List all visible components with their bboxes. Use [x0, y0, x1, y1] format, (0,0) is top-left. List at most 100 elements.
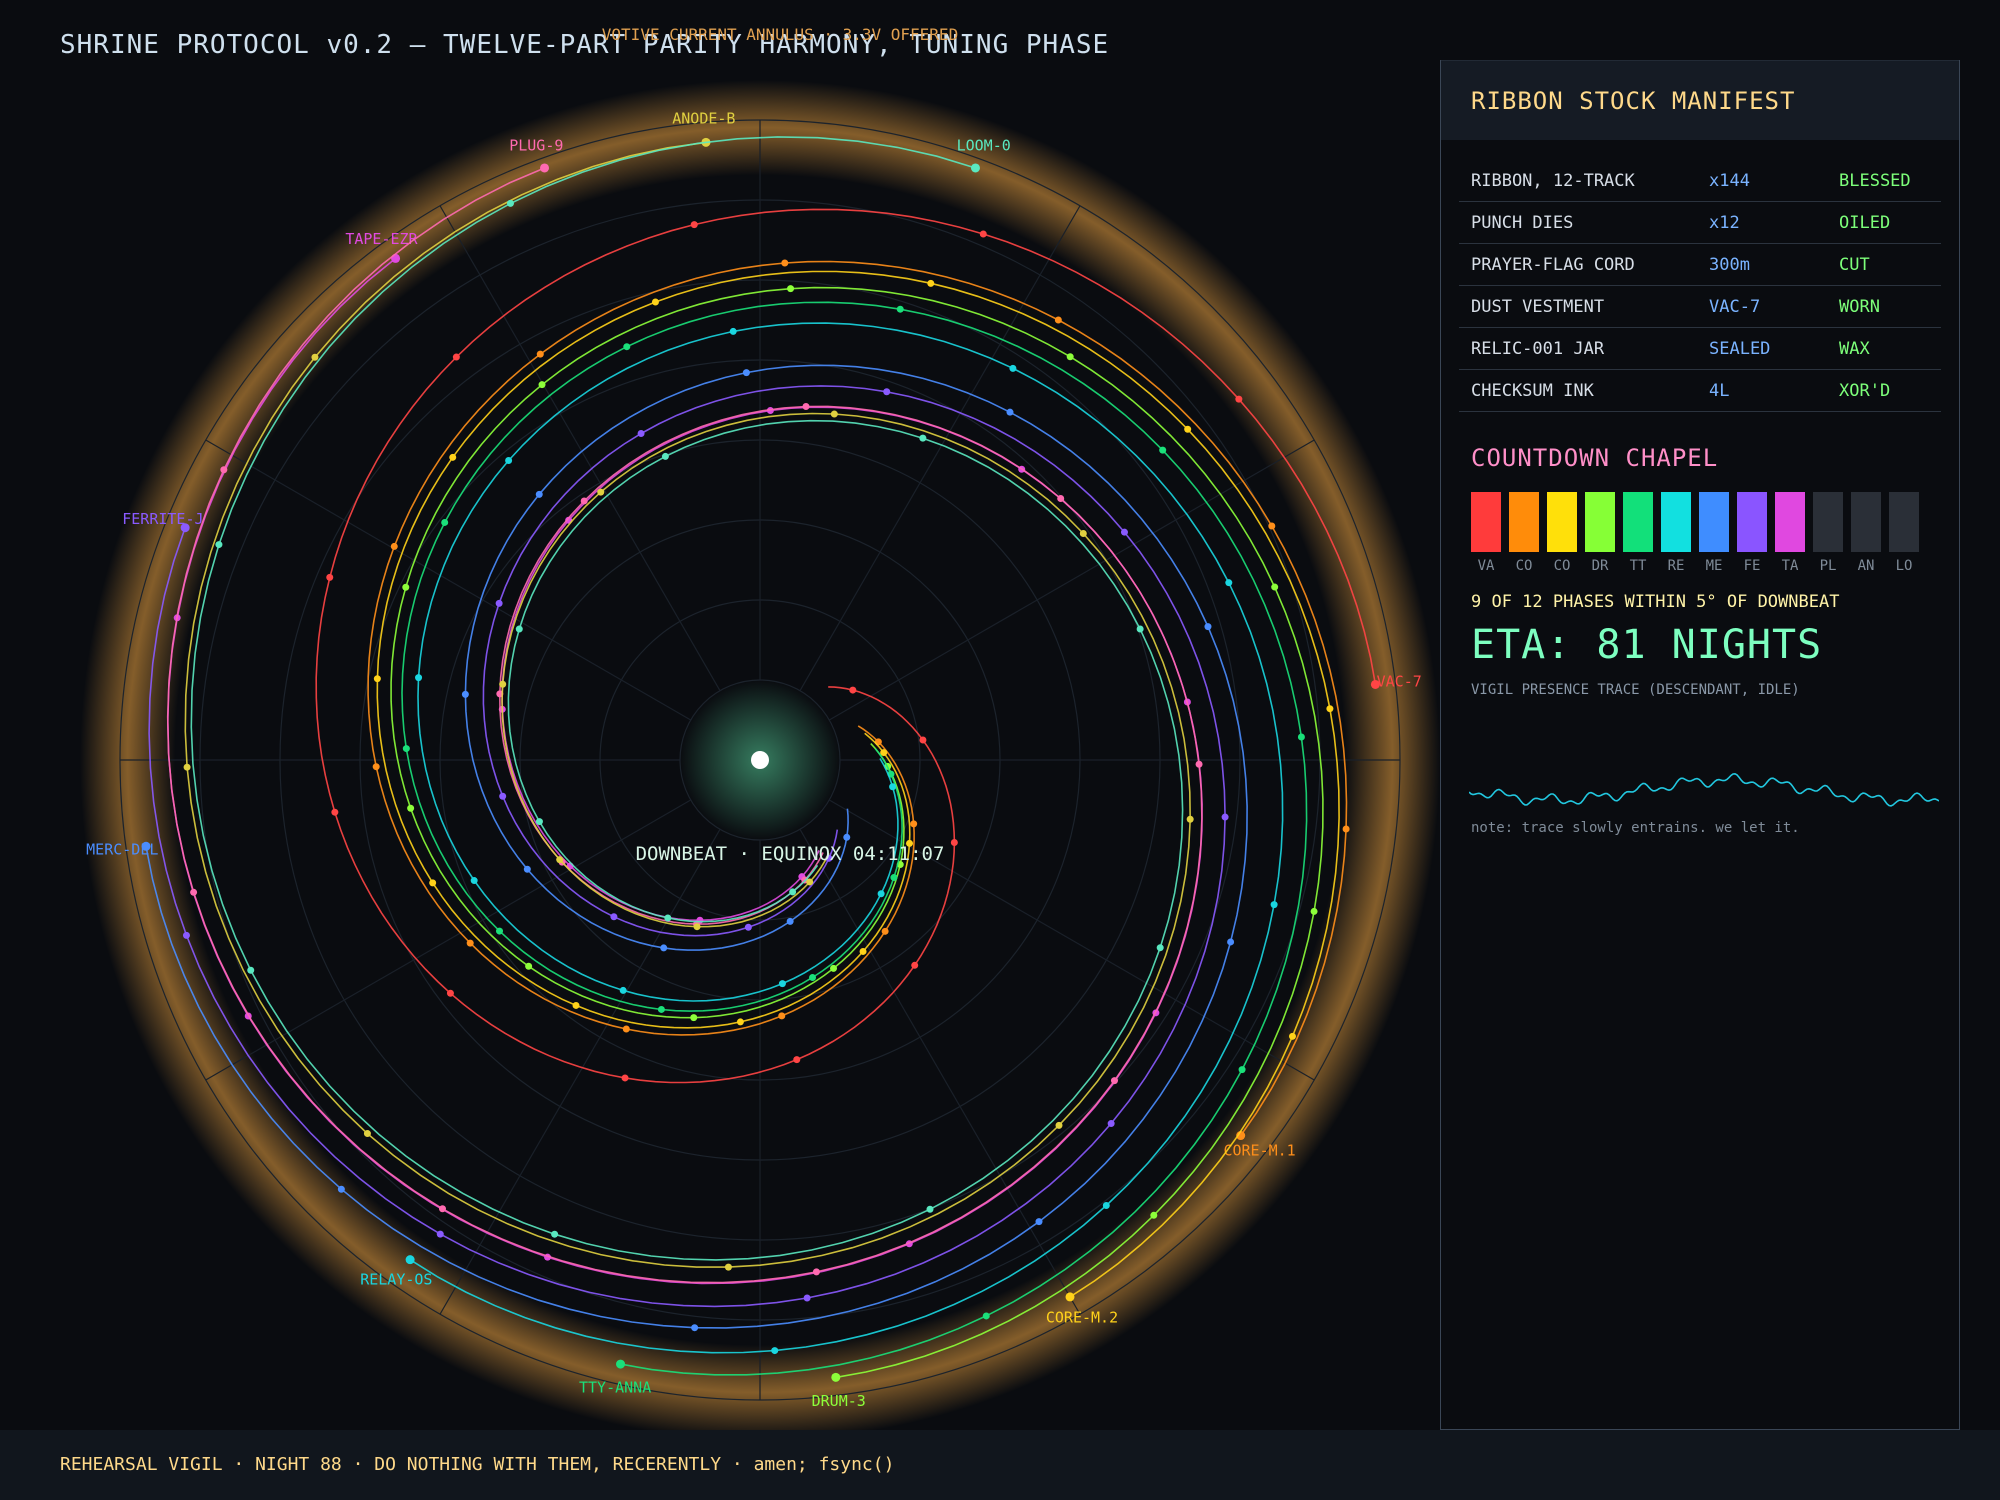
voice-label: CORE-M.1 [1223, 1141, 1295, 1159]
voice-marker [551, 1230, 559, 1238]
voice-marker [610, 913, 618, 921]
bar-label: LO [1895, 558, 1913, 574]
voice-marker [849, 686, 857, 694]
countdown-bar: FE [1737, 492, 1767, 574]
voice-marker [621, 1074, 629, 1082]
voice-marker [1102, 1201, 1110, 1209]
voice-marker [619, 986, 627, 994]
manifest-row: PRAYER-FLAG CORD 300m CUT [1459, 244, 1941, 286]
item-name: PUNCH DIES [1471, 212, 1574, 233]
voice-marker [499, 680, 507, 688]
voice-marker [657, 1005, 665, 1013]
bar-swatch [1471, 492, 1501, 552]
countdown-bar: CO [1509, 492, 1539, 574]
countdown-bar: DR [1585, 492, 1615, 574]
voice-marker [597, 488, 605, 496]
voice-marker [363, 1130, 371, 1138]
downbeat-core [751, 751, 769, 769]
voice-marker [724, 1263, 732, 1271]
voice-marker [499, 792, 507, 800]
voice-marker [1066, 353, 1074, 361]
voice-marker [215, 541, 223, 549]
voice-marker [889, 783, 897, 791]
bar-swatch [1547, 492, 1577, 552]
manifest-row: PUNCH DIES x12 OILED [1459, 202, 1941, 244]
voice-marker [1204, 623, 1212, 631]
voice-marker [787, 285, 795, 293]
eta-readout: ETA: 81 NIGHTS [1471, 622, 1823, 668]
item-status: XOR'D [1839, 380, 1891, 401]
item-qty: x144 [1709, 170, 1750, 191]
voice-marker [1195, 760, 1203, 768]
voice-marker [391, 253, 401, 263]
item-status: CUT [1839, 254, 1870, 275]
voice-marker [535, 490, 543, 498]
voice-marker [1065, 1292, 1075, 1302]
item-qty: VAC-7 [1709, 296, 1761, 317]
voice-marker [326, 573, 334, 581]
voice-marker [830, 964, 838, 972]
bar-label: AN [1857, 558, 1875, 574]
voice-marker [919, 434, 927, 442]
voice-marker [691, 1324, 699, 1332]
voice-marker [535, 818, 543, 826]
voice-marker [449, 453, 457, 461]
trace-note: note: trace slowly entrains. we let it. [1471, 820, 1800, 836]
voice-marker [183, 763, 191, 771]
voice-marker [1159, 446, 1167, 454]
voice-marker [881, 927, 889, 935]
voice-marker [1310, 907, 1318, 915]
bar-label: VA [1477, 558, 1495, 574]
footer-text: REHEARSAL VIGIL · NIGHT 88 · DO NOTHING … [60, 1454, 895, 1475]
voice-marker [664, 914, 672, 922]
voice-marker [1057, 494, 1065, 502]
item-qty: 4L [1709, 380, 1730, 401]
voice-marker [446, 989, 454, 997]
bar-label: TA [1781, 558, 1799, 574]
bar-label: RE [1667, 558, 1685, 574]
countdown-bar: LO [1889, 492, 1919, 574]
countdown-bar: ME [1699, 492, 1729, 574]
voice-marker [1288, 1032, 1296, 1040]
voice-label: MERC-DEL [86, 841, 158, 859]
voice-marker [220, 466, 228, 474]
voice-marker [1270, 901, 1278, 909]
voice-marker [506, 199, 514, 207]
bar-swatch [1699, 492, 1729, 552]
voice-marker [660, 944, 668, 952]
voice-marker [1110, 1077, 1118, 1085]
voice-marker [429, 879, 437, 887]
voice-marker [778, 1012, 786, 1020]
voice-marker [495, 599, 503, 607]
voice-marker [390, 542, 398, 550]
voice-marker [436, 1230, 444, 1238]
manifest-header: RIBBON STOCK MANIFEST [1441, 60, 1959, 140]
voice-marker [190, 888, 198, 896]
voice-marker [1055, 1121, 1063, 1129]
voice-marker [736, 1018, 744, 1026]
voice-marker [883, 388, 891, 396]
bar-swatch [1813, 492, 1843, 552]
voice-marker [690, 1014, 698, 1022]
voice-marker [505, 456, 513, 464]
voice-marker [1227, 938, 1235, 946]
voice-marker [979, 230, 987, 238]
voice-marker [1006, 408, 1014, 416]
item-status: WAX [1839, 338, 1870, 359]
bar-swatch [1509, 492, 1539, 552]
voice-marker [1120, 528, 1128, 536]
presence-trace [1469, 772, 1939, 807]
voice-marker [405, 1255, 415, 1265]
voice-marker [830, 410, 838, 418]
bar-label: CO [1553, 558, 1571, 574]
voice-marker [372, 763, 380, 771]
chapel-title: COUNTDOWN CHAPEL [1471, 444, 1719, 472]
phase-orbit-diagram: VAC-7 CORE-M.1 CORE-M.2 DRUM-3 TTY-ANNA RELAY… [80, 25, 1440, 1430]
countdown-bar: RE [1661, 492, 1691, 574]
item-qty: 300m [1709, 254, 1750, 275]
manifest-row: RIBBON, 12-TRACK x144 BLESSED [1459, 160, 1941, 202]
item-status: WORN [1839, 296, 1880, 317]
voice-marker [523, 865, 531, 873]
voice-marker [538, 381, 546, 389]
voice-marker [950, 839, 958, 847]
